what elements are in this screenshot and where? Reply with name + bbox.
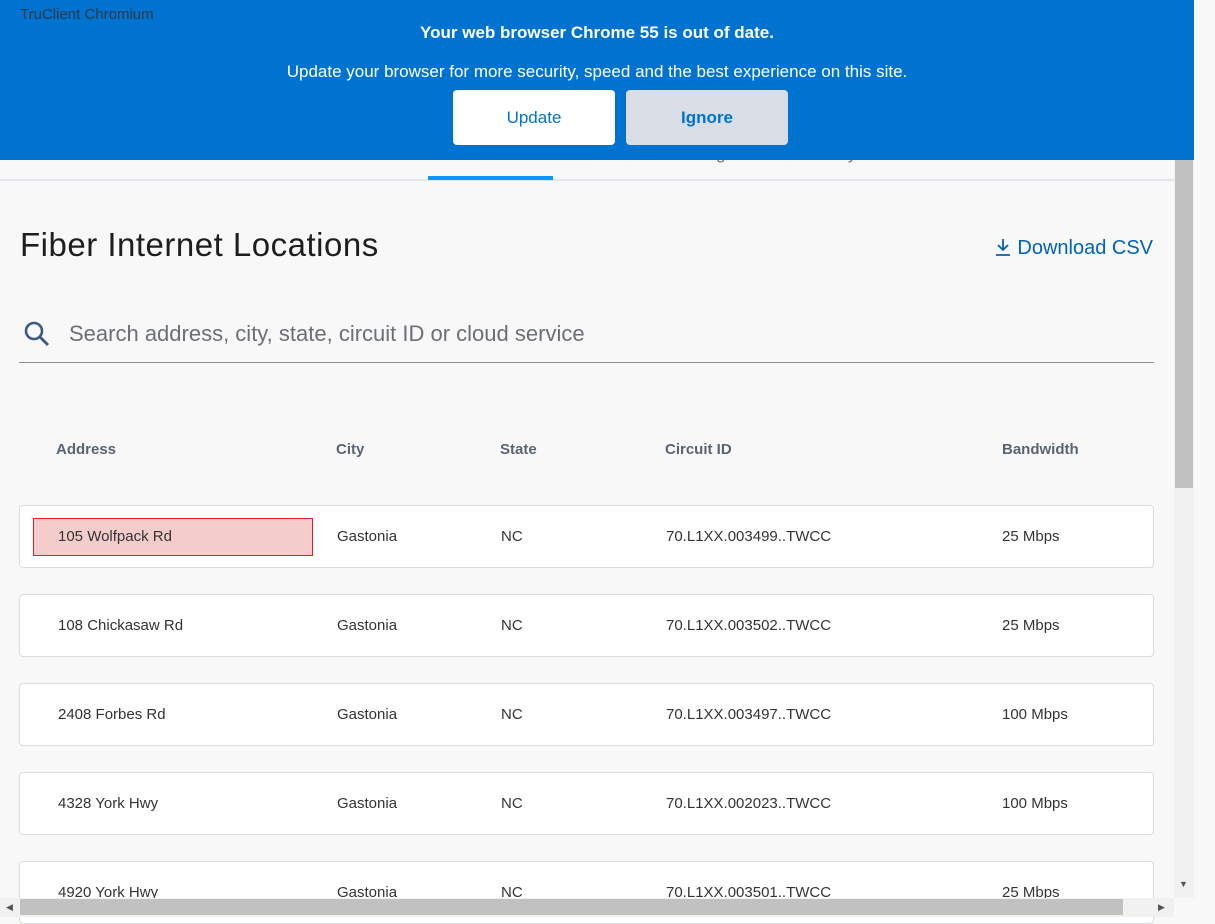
table-row[interactable]: 108 Chickasaw Rd Gastonia NC 70.L1XX.003502… — [19, 594, 1154, 657]
cell-circuit: 70.L1XX.002023..TWCC — [666, 795, 832, 812]
cell-bandwidth: 25 Mbps — [1002, 528, 1060, 545]
app-name: TruClient Chromium — [20, 6, 154, 23]
cell-circuit: 70.L1XX.003502..TWCC — [666, 617, 832, 634]
horizontal-scrollbar-thumb[interactable] — [20, 899, 1123, 915]
download-csv-label: Download CSV — [1017, 237, 1153, 259]
cell-city: Gastonia — [337, 706, 398, 723]
scroll-left-arrow-icon[interactable]: ◀ — [6, 902, 13, 913]
cell-address: 4328 York Hwy — [58, 795, 159, 812]
cell-address: 105 Wolfpack Rd — [58, 528, 172, 545]
search-bar — [19, 310, 1154, 363]
column-header-state[interactable]: State — [500, 441, 537, 458]
cell-state: NC — [501, 528, 523, 545]
table-row[interactable]: 4328 York Hwy Gastonia NC 70.L1XX.002023..T… — [19, 772, 1154, 835]
column-header-circuit-id[interactable]: Circuit ID — [665, 441, 732, 458]
search-input[interactable] — [69, 316, 1069, 352]
column-header-address[interactable]: Address — [56, 441, 116, 458]
outdated-browser-banner: TruClient Chromium Your web browser Chro… — [0, 0, 1194, 160]
cell-bandwidth: 100 Mbps — [1002, 795, 1068, 812]
cell-circuit: 70.L1XX.003497..TWCC — [666, 706, 832, 723]
search-icon — [24, 321, 49, 346]
cell-address: 108 Chickasaw Rd — [58, 617, 184, 634]
update-button[interactable]: Update — [453, 90, 615, 145]
ignore-button[interactable]: Ignore — [626, 90, 788, 145]
banner-title: Your web browser Chrome 55 is out of dat… — [420, 23, 774, 42]
cell-state: NC — [501, 706, 523, 723]
cell-address: 2408 Forbes Rd — [58, 706, 166, 723]
table-row[interactable]: 105 Wolfpack Rd Gastonia NC 70.L1XX.003499.… — [19, 505, 1154, 568]
page-title: Fiber Internet Locations — [20, 226, 379, 263]
download-csv-link[interactable]: Download CSV — [995, 237, 1153, 262]
cell-circuit: 70.L1XX.003499..TWCC — [666, 528, 832, 545]
scroll-right-arrow-icon[interactable]: ▶ — [1158, 902, 1165, 913]
cell-state: NC — [501, 795, 523, 812]
cell-bandwidth: 25 Mbps — [1002, 617, 1060, 634]
scroll-down-arrow-icon[interactable]: ▼ — [1179, 879, 1188, 889]
column-header-bandwidth[interactable]: Bandwidth — [1002, 441, 1079, 458]
banner-message: Update your browser for more security, s… — [286, 62, 908, 81]
cell-city: Gastonia — [337, 528, 398, 545]
table-row[interactable]: 2408 Forbes Rd Gastonia NC 70.L1XX.003497..… — [19, 683, 1154, 746]
vertical-scrollbar-thumb[interactable] — [1175, 150, 1193, 488]
column-header-city[interactable]: City — [336, 441, 364, 458]
cell-city: Gastonia — [337, 617, 398, 634]
cell-bandwidth: 100 Mbps — [1002, 706, 1068, 723]
download-icon — [995, 238, 1011, 262]
cell-state: NC — [501, 617, 523, 634]
cell-city: Gastonia — [337, 795, 398, 812]
